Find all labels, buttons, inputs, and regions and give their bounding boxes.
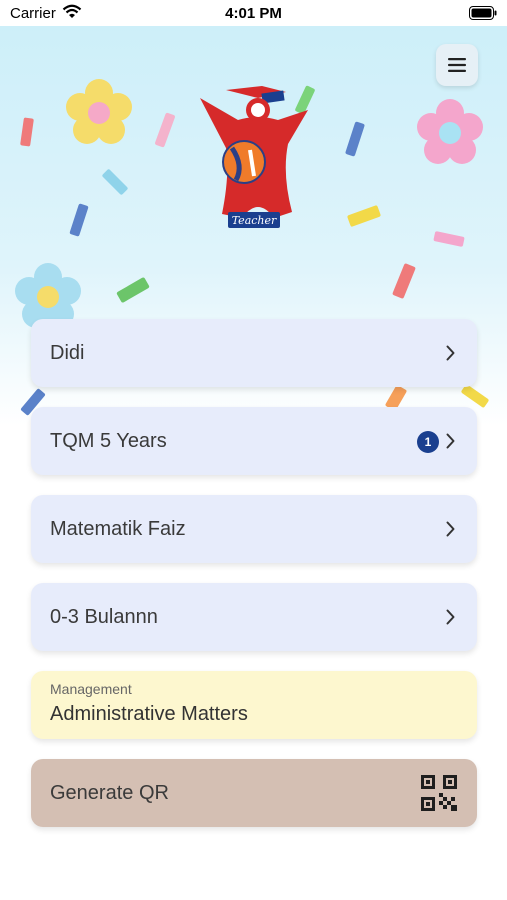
list-item-0-3-bulannn[interactable]: 0-3 Bulannn xyxy=(31,583,477,651)
confetti xyxy=(392,262,416,300)
chevron-right-icon xyxy=(446,433,455,449)
confetti xyxy=(344,121,366,157)
flower-icon xyxy=(66,79,132,144)
list-item-tqm-5-years[interactable]: TQM 5 Years 1 xyxy=(31,407,477,475)
confetti xyxy=(154,112,176,148)
status-bar: Carrier 4:01 PM xyxy=(0,0,507,26)
confetti xyxy=(433,230,465,248)
hamburger-menu-icon xyxy=(448,58,466,72)
chevron-right-icon xyxy=(446,345,455,361)
notification-badge: 1 xyxy=(417,431,439,453)
menu-button[interactable] xyxy=(436,44,478,86)
logo-caption: Teacher xyxy=(232,214,277,227)
confetti xyxy=(460,383,490,409)
clock: 4:01 PM xyxy=(225,5,282,22)
confetti xyxy=(69,203,89,237)
generate-qr-button[interactable]: Generate QR xyxy=(31,759,477,827)
list-item-matematik-faiz[interactable]: Matematik Faiz xyxy=(31,495,477,563)
confetti xyxy=(346,204,382,228)
administrative-matters-label: Administrative Matters xyxy=(50,703,248,725)
flower-icon xyxy=(417,99,483,164)
teacher-logo: Teacher xyxy=(200,86,308,228)
confetti xyxy=(116,276,150,304)
chevron-right-icon xyxy=(446,609,455,625)
list-item-label: Didi xyxy=(50,341,85,364)
chevron-right-icon xyxy=(446,521,455,537)
qr-code-icon xyxy=(421,775,457,811)
battery-icon xyxy=(469,6,497,24)
management-section-label: Management xyxy=(50,681,132,697)
generate-qr-label: Generate QR xyxy=(50,781,169,804)
confetti xyxy=(20,117,34,147)
list-item-label: TQM 5 Years xyxy=(50,429,167,452)
confetti xyxy=(101,168,129,196)
list-item-label: Matematik Faiz xyxy=(50,517,186,540)
list-item-didi[interactable]: Didi xyxy=(31,319,477,387)
list-item-label: 0-3 Bulannn xyxy=(50,605,158,628)
management-card[interactable]: Management Administrative Matters xyxy=(31,671,477,739)
